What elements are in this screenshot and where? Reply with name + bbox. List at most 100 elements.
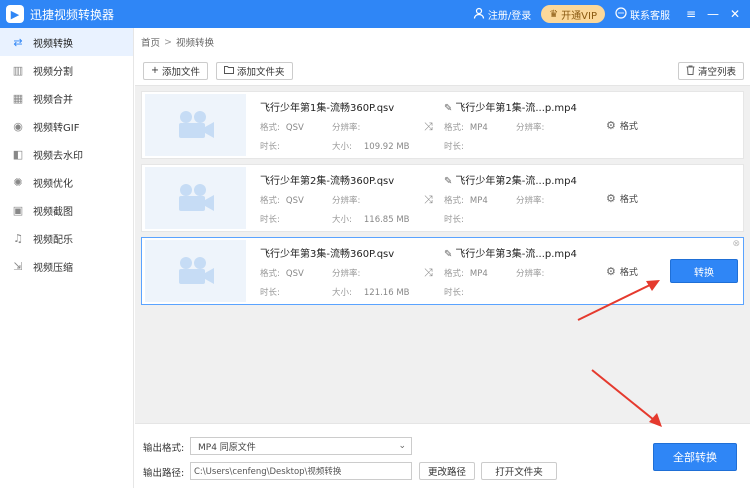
source-resolution: 分辨率:	[332, 123, 361, 133]
contact-support-link[interactable]: 联系客服	[615, 6, 670, 22]
file-item[interactable]: 飞行少年第1集-流畅360P.qsv 格式: QSV 分辨率: 时长: 大小: 10…	[141, 91, 744, 159]
source-size: 大小: 116.85 MB	[332, 215, 410, 225]
menu-icon[interactable]: ≡	[680, 7, 702, 21]
film-camera-icon	[178, 184, 214, 211]
sidebar-item-video-gif[interactable]: ◉ 视频转GIF	[0, 112, 133, 140]
output-format-select[interactable]: MP4 同原文件 ⌄	[190, 437, 412, 455]
register-login-label: 注册/登录	[487, 10, 532, 22]
breadcrumb: 首页 > 视频转换	[135, 28, 750, 56]
app-logo-icon: ▶	[6, 5, 24, 23]
sidebar-item-label: 视频转GIF	[33, 122, 80, 134]
edit-icon[interactable]: ✎	[444, 176, 452, 187]
clear-list-button[interactable]: 清空列表	[677, 62, 744, 80]
plus-icon: +	[151, 65, 159, 76]
app-title: 迅捷视频转换器	[30, 7, 115, 22]
output-format: 格式: MP4	[444, 123, 488, 133]
convert-arrow-icon: ⤨	[424, 193, 433, 206]
register-login-link[interactable]: 注册/登录	[473, 7, 531, 22]
sidebar: ⇄ 视频转换 ▥ 视频分割 ▦ 视频合并 ◉ 视频转GIF ◧ 视频去水印 ✺ …	[0, 28, 134, 488]
close-icon[interactable]: ✕	[724, 7, 746, 21]
split-icon: ▥	[12, 63, 24, 77]
output-format: 格式: MP4	[444, 269, 488, 279]
gear-icon: ⚙	[606, 119, 616, 132]
add-folder-button[interactable]: 添加文件夹	[215, 61, 293, 80]
video-thumbnail	[145, 94, 246, 156]
video-thumbnail	[145, 167, 246, 229]
vip-label: 开通VIP	[561, 10, 597, 22]
merge-icon: ▦	[12, 91, 24, 105]
source-resolution: 分辨率:	[332, 196, 361, 206]
breadcrumb-separator: >	[164, 36, 172, 48]
output-duration: 时长:	[444, 215, 464, 225]
edit-icon[interactable]: ✎	[444, 103, 452, 114]
file-item[interactable]: 飞行少年第3集-流畅360P.qsv 格式: QSV 分辨率: 时长: 大小: 12…	[141, 237, 744, 305]
source-size: 大小: 109.92 MB	[332, 142, 410, 152]
output-format-value: MP4 同原文件	[198, 442, 256, 453]
source-file-name: 飞行少年第3集-流畅360P.qsv	[260, 249, 395, 260]
source-file-name: 飞行少年第1集-流畅360P.qsv	[260, 103, 395, 114]
edit-icon[interactable]: ✎	[444, 249, 452, 260]
add-file-label: 添加文件	[161, 66, 200, 78]
music-icon: ♫	[13, 231, 23, 245]
minimize-icon[interactable]: —	[702, 7, 724, 21]
output-file-name[interactable]: ✎ 飞行少年第3集-流...p.mp4	[444, 245, 577, 260]
source-format: 格式: QSV	[260, 269, 304, 279]
file-item[interactable]: 飞行少年第2集-流畅360P.qsv 格式: QSV 分辨率: 时长: 大小: 11…	[141, 164, 744, 232]
remove-item-icon[interactable]: ⊗	[732, 239, 740, 249]
sidebar-item-video-split[interactable]: ▥ 视频分割	[0, 56, 133, 84]
source-size: 大小: 121.16 MB	[332, 288, 410, 298]
vip-button[interactable]: ♛ 开通VIP	[541, 5, 605, 23]
sidebar-item-video-watermark[interactable]: ◧ 视频去水印	[0, 140, 133, 168]
optimize-icon: ✺	[13, 175, 23, 189]
output-path-label: 输出路径:	[143, 468, 185, 479]
convert-button[interactable]: 转换	[670, 259, 738, 283]
add-folder-label: 添加文件夹	[236, 66, 285, 78]
chevron-down-icon: ⌄	[398, 441, 406, 451]
clear-list-label: 清空列表	[697, 67, 736, 78]
sidebar-item-video-optimize[interactable]: ✺ 视频优化	[0, 168, 133, 196]
sidebar-item-video-merge[interactable]: ▦ 视频合并	[0, 84, 133, 112]
output-path-field[interactable]: C:\Users\cenfeng\Desktop\视频转换	[190, 462, 412, 480]
breadcrumb-home[interactable]: 首页	[141, 35, 160, 49]
watermark-icon: ◧	[12, 147, 24, 161]
gear-icon: ⚙	[606, 265, 616, 278]
screenshot-icon: ▣	[12, 203, 24, 217]
trash-icon	[686, 65, 695, 78]
folder-icon	[223, 65, 234, 77]
gear-icon: ⚙	[606, 192, 616, 205]
sidebar-item-label: 视频优化	[33, 178, 73, 190]
output-settings-bar: 输出格式: MP4 同原文件 ⌄ 输出路径: C:\Users\cenfeng\…	[135, 423, 750, 488]
breadcrumb-current: 视频转换	[175, 38, 214, 49]
user-icon	[473, 7, 485, 22]
format-settings-button[interactable]: ⚙ 格式	[606, 192, 638, 205]
change-path-button[interactable]: 更改路径	[419, 462, 475, 480]
sidebar-item-video-music[interactable]: ♫ 视频配乐	[0, 224, 133, 252]
contact-label: 联系客服	[630, 10, 670, 22]
film-camera-icon	[178, 257, 214, 284]
source-format: 格式: QSV	[260, 196, 304, 206]
output-duration: 时长:	[444, 288, 464, 298]
crown-icon: ♛	[549, 8, 559, 20]
output-duration: 时长:	[444, 142, 464, 152]
format-settings-button[interactable]: ⚙ 格式	[606, 119, 638, 132]
output-format: 格式: MP4	[444, 196, 488, 206]
open-folder-button[interactable]: 打开文件夹	[481, 462, 557, 480]
compress-icon: ⇲	[13, 259, 23, 273]
format-settings-button[interactable]: ⚙ 格式	[606, 265, 638, 278]
output-file-name[interactable]: ✎ 飞行少年第1集-流...p.mp4	[444, 99, 577, 114]
output-resolution: 分辨率:	[516, 123, 545, 133]
sidebar-item-video-convert[interactable]: ⇄ 视频转换	[0, 28, 133, 56]
source-format: 格式: QSV	[260, 123, 304, 133]
title-bar: ▶ 迅捷视频转换器 注册/登录 ♛ 开通VIP 联系客服 ≡ — ✕	[0, 0, 750, 28]
source-duration: 时长:	[260, 288, 280, 298]
sidebar-item-label: 视频截图	[33, 206, 73, 218]
convert-arrow-icon: ⤨	[424, 266, 433, 279]
sidebar-item-video-screenshot[interactable]: ▣ 视频截图	[0, 196, 133, 224]
add-file-button[interactable]: + 添加文件	[143, 61, 208, 80]
sidebar-item-label: 视频合并	[33, 94, 73, 106]
convert-all-button[interactable]: 全部转换	[653, 443, 737, 471]
source-resolution: 分辨率:	[332, 269, 361, 279]
sidebar-item-video-compress[interactable]: ⇲ 视频压缩	[0, 252, 133, 280]
output-file-name[interactable]: ✎ 飞行少年第2集-流...p.mp4	[444, 172, 577, 187]
output-resolution: 分辨率:	[516, 196, 545, 206]
